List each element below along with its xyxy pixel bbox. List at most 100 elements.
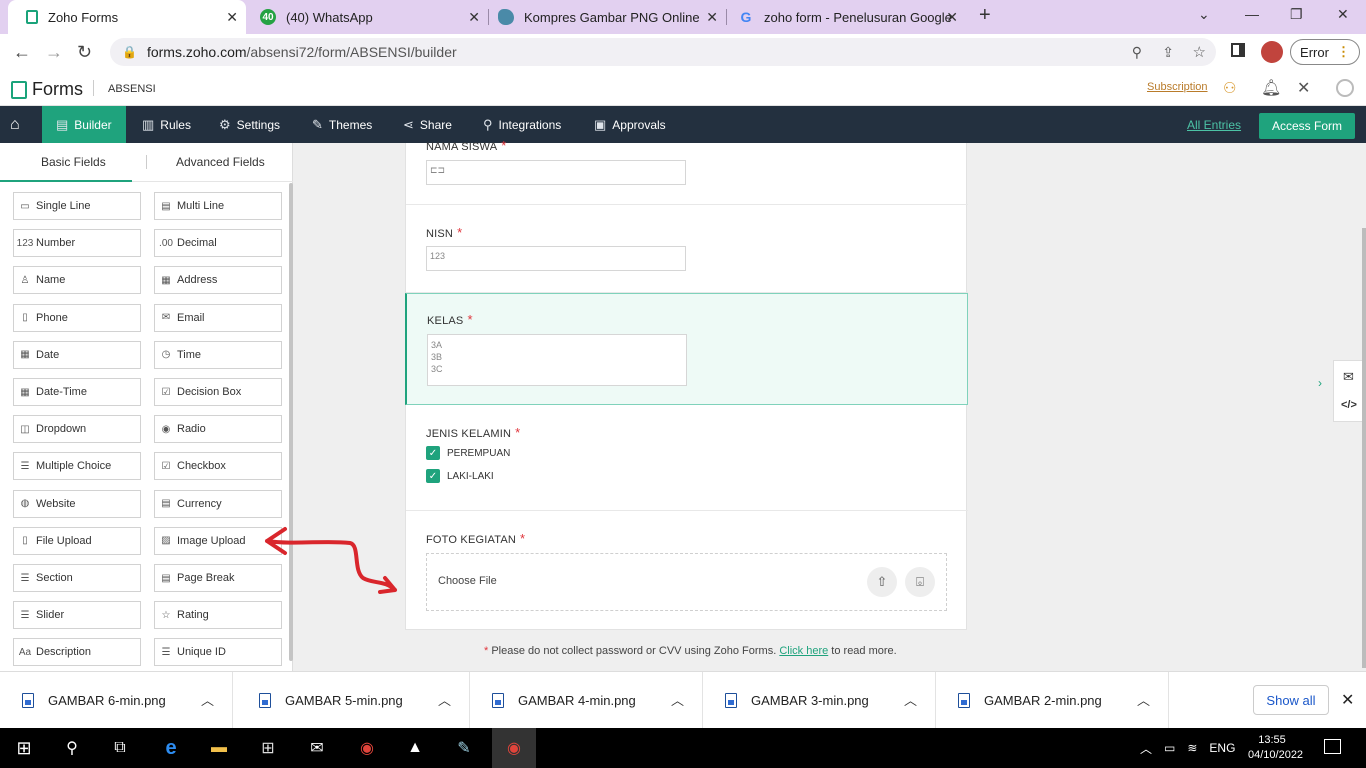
field-type-name[interactable]: ♙ Name [13, 266, 141, 295]
download-item[interactable]: GAMBAR 5-min.png ︿ [237, 672, 470, 729]
forward-icon[interactable]: → [45, 42, 63, 63]
field-type-email[interactable]: ✉ Email [154, 303, 282, 332]
field-type-date[interactable]: ▦ Date [13, 340, 141, 369]
field-type-rating[interactable]: ☆ Rating [154, 601, 282, 630]
close-icon[interactable]: ✕ [706, 9, 718, 26]
file-explorer-icon[interactable]: ▬ [207, 736, 231, 760]
chevron-up-icon[interactable]: ︿ [671, 690, 684, 709]
reload-icon[interactable]: ↻ [77, 42, 92, 63]
field-type-radio[interactable]: ◉ Radio [154, 415, 282, 444]
close-icon[interactable]: ✕ [226, 9, 238, 26]
sidebar-toggle-icon[interactable] [1231, 43, 1245, 57]
chevron-up-icon[interactable]: ︿ [904, 690, 917, 709]
nav-themes[interactable]: ✎ Themes [312, 106, 372, 143]
share-icon[interactable]: ⇪ [1162, 44, 1174, 61]
url-field[interactable]: 🔒 forms.zoho.com/absensi72/form/ABSENSI/… [110, 38, 1216, 66]
home-icon[interactable]: ⌂ [10, 106, 20, 143]
field-type-unique-id[interactable]: ☰ Unique ID [154, 638, 282, 667]
field-nisn[interactable]: NISN * 123 [406, 205, 968, 293]
mail-icon[interactable]: ✉ [305, 736, 329, 760]
app-logo[interactable]: Forms [11, 79, 83, 100]
nav-settings[interactable]: ⚙ Settings [219, 106, 280, 143]
maximize-icon[interactable]: ❐ [1290, 6, 1303, 23]
field-type-phone[interactable]: ▯ Phone [13, 303, 141, 332]
nama-siswa-input[interactable]: ⊏⊐ [426, 160, 686, 185]
upload-icon[interactable]: ⇧ [867, 567, 897, 597]
checkbox-perempuan[interactable]: ✓ PEREMPUAN [426, 446, 510, 460]
nisn-input[interactable]: 123 [426, 246, 686, 271]
browser-tab-zoho-forms[interactable]: Zoho Forms ✕ [8, 0, 246, 34]
tab-basic-fields[interactable]: Basic Fields [41, 155, 106, 169]
user-avatar-icon[interactable] [1336, 79, 1354, 97]
field-kelas[interactable]: KELAS * 3A 3B 3C [405, 293, 968, 405]
clock[interactable]: 13:55 04/10/2022 [1248, 733, 1303, 763]
notification-icon[interactable] [1324, 739, 1341, 754]
show-all-button[interactable]: Show all [1253, 685, 1329, 715]
field-type-currency[interactable]: ▤ Currency [154, 489, 282, 518]
paint-icon[interactable]: ✎ [452, 736, 476, 760]
all-entries-link[interactable]: All Entries [1187, 118, 1241, 132]
click-here-link[interactable]: Click here [779, 645, 828, 657]
field-type-number[interactable]: 123 Number [13, 229, 141, 258]
nav-approvals[interactable]: ▣ Approvals [594, 106, 666, 143]
field-jenis-kelamin[interactable]: JENIS KELAMIN * ✓ PEREMPUAN ✓ LAKI-LAKI [406, 405, 968, 511]
checkbox-laki-laki[interactable]: ✓ LAKI-LAKI [426, 469, 494, 483]
tab-advanced-fields[interactable]: Advanced Fields [176, 155, 265, 169]
file-upload-dropzone[interactable]: Choose File ⇧ ⌻ [426, 553, 947, 611]
field-type-date-time[interactable]: ▦ Date-Time [13, 378, 141, 406]
field-type-file-upload[interactable]: ▯ File Upload [13, 526, 141, 555]
field-type-address[interactable]: ▦ Address [154, 266, 282, 295]
tools-icon[interactable]: ✕ [1297, 78, 1310, 98]
chrome-profile-icon[interactable]: ◉ [355, 736, 379, 760]
search-icon[interactable]: ⚲ [60, 736, 84, 760]
photos-icon[interactable]: ▲ [403, 736, 427, 760]
field-type-multi-line[interactable]: ▤ Multi Line [154, 192, 282, 220]
close-icon[interactable]: ✕ [1341, 690, 1354, 710]
access-form-button[interactable]: Access Form [1259, 113, 1355, 139]
field-type-website[interactable]: ◍ Website [13, 489, 141, 518]
download-item[interactable]: GAMBAR 3-min.png ︿ [703, 672, 936, 729]
browser-tab-whatsapp[interactable]: 40 (40) WhatsApp ✕ [246, 0, 489, 34]
chevron-up-icon[interactable]: ︿ [1140, 740, 1152, 757]
close-icon[interactable]: ✕ [946, 9, 958, 26]
field-type-single-line[interactable]: ▭ Single Line [13, 192, 141, 220]
chevron-down-icon[interactable]: ⌄ [1198, 6, 1210, 23]
chevron-right-icon[interactable]: › [1318, 376, 1332, 400]
avatar[interactable] [1261, 41, 1283, 63]
field-type-description[interactable]: Aa Description [13, 638, 141, 667]
browser-tab-google[interactable]: G zoho form - Penelusuran Google ✕ [726, 0, 966, 34]
edge-icon[interactable]: e [159, 736, 183, 760]
field-type-time[interactable]: ◷ Time [154, 340, 282, 369]
language-indicator[interactable]: ENG [1209, 741, 1235, 755]
subscription-link[interactable]: Subscription [1147, 81, 1208, 93]
download-item[interactable]: GAMBAR 4-min.png ︿ [470, 672, 703, 729]
store-icon[interactable]: ⊞ [256, 736, 280, 760]
field-type-section[interactable]: ☰ Section [13, 564, 141, 592]
scrollbar[interactable] [1362, 228, 1366, 668]
chevron-up-icon[interactable]: ︿ [438, 690, 451, 709]
field-type-dropdown[interactable]: ◫ Dropdown [13, 415, 141, 444]
minimize-icon[interactable]: — [1245, 6, 1259, 22]
field-type-decimal[interactable]: .00 Decimal [154, 229, 282, 258]
preview-icon[interactable]: ✉ [1343, 369, 1354, 385]
browser-tab-kompres[interactable]: Kompres Gambar PNG Online ✕ [488, 0, 727, 34]
profile-error-button[interactable]: Error ⋮ [1290, 39, 1360, 65]
close-icon[interactable]: ✕ [468, 9, 480, 26]
code-icon[interactable]: </> [1341, 399, 1357, 411]
field-type-checkbox[interactable]: ☑ Checkbox [154, 452, 282, 481]
back-icon[interactable]: ← [13, 42, 31, 63]
chevron-up-icon[interactable]: ︿ [201, 690, 214, 709]
field-foto-kegiatan[interactable]: FOTO KEGIATAN * Choose File ⇧ ⌻ [406, 511, 968, 630]
window-close-icon[interactable]: ✕ [1337, 6, 1349, 23]
kelas-options-box[interactable]: 3A 3B 3C [427, 334, 687, 386]
field-type-slider[interactable]: ☰ Slider [13, 601, 141, 630]
new-tab-icon[interactable]: + [979, 4, 991, 27]
zoom-icon[interactable]: ⚲ [1132, 44, 1142, 61]
battery-icon[interactable]: ▭ [1164, 741, 1175, 755]
chevron-up-icon[interactable]: ︿ [1137, 690, 1150, 709]
download-item[interactable]: GAMBAR 2-min.png ︿ [936, 672, 1169, 729]
field-nama-siswa[interactable]: NAMA SISWA * ⊏⊐ [406, 138, 968, 205]
camera-icon[interactable]: ⌻ [905, 567, 935, 597]
team-icon[interactable]: ⚇ [1223, 79, 1236, 97]
windows-start-icon[interactable]: ⊞ [12, 736, 36, 760]
